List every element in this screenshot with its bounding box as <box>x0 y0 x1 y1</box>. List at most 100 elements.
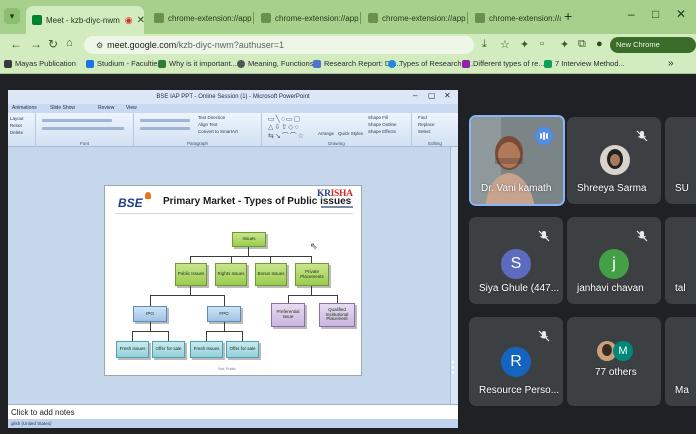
tab-extension-3[interactable]: chrome-extension://appcm ✕ <box>362 6 466 30</box>
ribbon-tab: Review <box>98 105 115 111</box>
find-button: Find <box>418 115 427 120</box>
participant-tile-su[interactable]: SU <box>665 117 696 204</box>
connector <box>231 256 232 263</box>
participant-name: Shreeya Sarma <box>577 183 647 194</box>
bookmark-label: Studium - Faculties <box>97 59 162 68</box>
participant-tile-tal[interactable]: tal <box>665 217 696 304</box>
connector <box>288 295 289 303</box>
participant-tile-others[interactable]: M 77 others <box>567 317 661 406</box>
extension-icon[interactable]: ✦ <box>520 38 529 51</box>
extension-icon[interactable]: ✦ <box>560 38 569 51</box>
connector <box>150 295 151 306</box>
bookmark-item[interactable]: Meaning, Functions... <box>237 59 320 68</box>
participant-tile-vani-kamath[interactable]: Dr. Vani kamath <box>469 115 565 206</box>
close-window-button[interactable]: ✕ <box>676 7 686 21</box>
bookmark-favicon-icon <box>462 59 470 68</box>
profile-avatar[interactable]: ● <box>596 38 603 50</box>
ppt-status-bar: glish (United States) <box>8 419 458 428</box>
bookmark-star-icon[interactable]: ☆ <box>500 38 510 51</box>
bookmarks-bar: Mayas Publication Studium - Faculties Wh… <box>0 56 696 74</box>
participant-tile-siya-ghule[interactable]: S Siya Ghule (447... <box>469 217 563 304</box>
forward-icon[interactable]: → <box>30 37 42 51</box>
tab-separator <box>360 12 361 24</box>
tab-separator <box>253 12 254 24</box>
krisha-logo: KRISHA <box>317 189 353 199</box>
participant-tile-resource-person[interactable]: R Resource Perso... <box>469 317 563 406</box>
tab-extension-1[interactable]: chrome-extension://appcm ✕ <box>148 6 252 30</box>
ribbon: Layout Reset Delete Font Text Direction … <box>8 113 458 147</box>
site-info-icon[interactable]: ⚙ <box>96 41 103 50</box>
maximize-button[interactable]: □ <box>652 7 659 21</box>
tab-meet[interactable]: Meet - kzb-diyc-nwm ◉ ✕ <box>26 6 144 34</box>
reload-icon[interactable]: ↻ <box>48 37 58 51</box>
node-ipo: IPO <box>133 306 167 322</box>
slide-editing-area: BSE Primary Market - Types of Public iss… <box>8 147 458 404</box>
update-chrome-button[interactable]: New Chrome available <box>610 37 696 65</box>
mic-off-icon <box>636 130 648 142</box>
participant-tile-janhavi-chavan[interactable]: j janhavi chavan <box>567 217 661 304</box>
extension-icon[interactable]: ▫ <box>540 38 544 50</box>
tab-label: Meet - kzb-diyc-nwm <box>46 15 120 25</box>
participant-name: Resource Perso... <box>479 385 560 396</box>
krisha-underline <box>321 206 353 208</box>
tab-search-button[interactable]: ▾ <box>4 8 20 24</box>
extension-favicon-icon <box>261 13 271 23</box>
notes-pane: Click to add notes <box>8 404 458 419</box>
bookmark-favicon-icon <box>544 59 552 68</box>
shape-outline-button: Shape Outline <box>368 122 397 127</box>
font-controls-row <box>42 127 124 130</box>
back-icon[interactable]: ← <box>10 37 22 51</box>
node-private-placements: Private Placements <box>295 263 329 286</box>
home-icon[interactable]: ⌂ <box>66 37 73 49</box>
connector <box>132 331 133 341</box>
connector <box>206 331 207 341</box>
minimize-button[interactable]: – <box>628 7 635 21</box>
bse-logo: BSE <box>118 196 143 210</box>
connector <box>190 256 312 257</box>
tab-extension-2[interactable]: chrome-extension://appcm ✕ <box>255 6 359 30</box>
close-tab-icon[interactable]: ✕ <box>133 15 144 26</box>
ribbon-tab: View <box>126 105 137 111</box>
tab-extension-4[interactable]: chrome-extension://appcm ✕ <box>469 6 561 30</box>
bookmark-item[interactable]: 7 Interview Method... <box>544 59 625 68</box>
ribbon-tab: Animations <box>12 105 37 111</box>
participant-tile-shreeya-sarma[interactable]: Shreeya Sarma <box>567 117 661 204</box>
participant-name: Ma <box>675 385 689 396</box>
bookmark-label: Different types of re... <box>473 59 545 68</box>
node-rights-issues: Rights Issues <box>215 263 247 286</box>
bookmark-label: Why is it important... <box>169 59 237 68</box>
address-bar[interactable]: ⚙ meet.google.com/kzb-diyc-nwm?authuser=1 <box>84 36 474 54</box>
bookmark-favicon-icon <box>388 59 396 68</box>
avatar: R <box>501 347 531 377</box>
bookmark-label: 7 Interview Method... <box>555 59 625 68</box>
download-icon[interactable]: ⤓ <box>482 38 487 51</box>
ribbon-group-font: Font <box>36 113 134 147</box>
bookmarks-more-button[interactable]: » <box>668 58 674 69</box>
extensions-puzzle-icon[interactable]: ⧉ <box>578 38 586 51</box>
connector <box>311 256 312 263</box>
align-text-button: Align Text <box>198 122 218 127</box>
bookmark-item[interactable]: Studium - Faculties <box>86 59 161 68</box>
bookmark-item[interactable]: Mayas Publication <box>4 59 76 68</box>
ribbon-group-label: Editing <box>428 141 442 146</box>
new-tab-button[interactable]: + <box>564 8 572 24</box>
participant-tile-ma[interactable]: Ma <box>665 317 696 406</box>
paragraph-controls-row <box>140 127 190 130</box>
bse-flame-icon <box>145 192 151 199</box>
avatar <box>600 145 630 175</box>
url-path: /kzb-diyc-nwm?authuser=1 <box>176 40 285 50</box>
participant-name: Siya Ghule (447... <box>479 283 560 294</box>
paragraph-controls-row <box>140 119 190 122</box>
node-offer-for-sale-ipo: Offer for sale <box>152 341 185 358</box>
bookmark-item[interactable]: Why is it important... <box>158 59 237 68</box>
font-controls-row <box>42 119 112 122</box>
more-options-icon[interactable]: ● ● ● <box>451 360 455 376</box>
ribbon-tab: Slide Show <box>50 105 76 111</box>
ribbon-group-slides: Layout Reset Delete <box>8 113 36 147</box>
participant-name: janhavi chavan <box>577 283 644 294</box>
bookmark-item[interactable]: Different types of re... <box>462 59 545 68</box>
connector <box>224 322 225 331</box>
connector <box>337 295 338 303</box>
tab-strip: ▾ Meet - kzb-diyc-nwm ◉ ✕ chrome-extensi… <box>0 0 696 34</box>
connector <box>288 295 338 296</box>
